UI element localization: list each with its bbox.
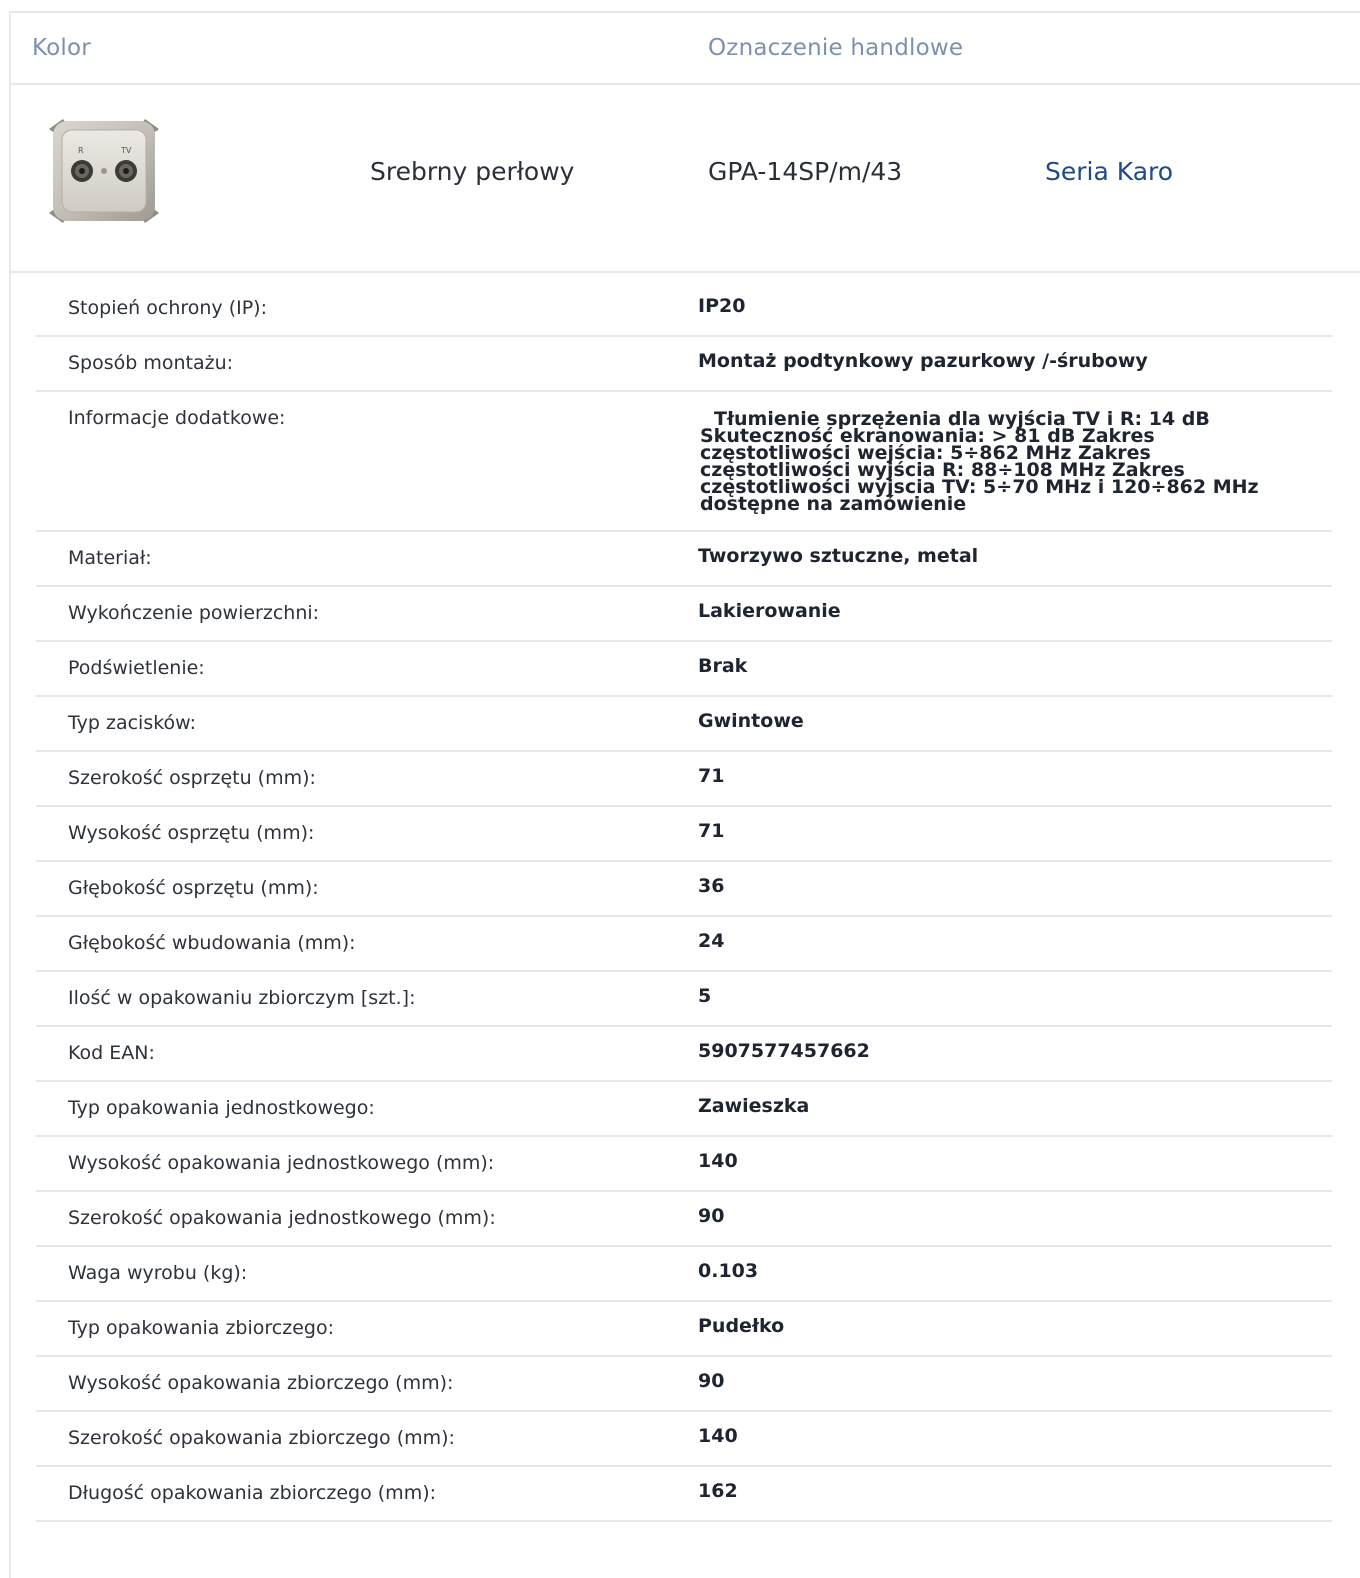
spec-row: Typ zacisków: Gwintowe	[36, 697, 1332, 752]
spec-row: Typ opakowania jednostkowego: Zawieszka	[36, 1082, 1332, 1137]
spec-row: Szerokość opakowania zbiorczego (mm): 140	[36, 1412, 1332, 1467]
spec-label: Ilość w opakowaniu zbiorczym [szt.]:	[68, 987, 416, 1009]
spec-value: Montaż podtynkowy pazurkowy /-śrubowy	[698, 350, 1148, 372]
spec-value: Tłumienie sprzężenia dla wyjścia TV i R:…	[700, 408, 1259, 515]
spec-value: 5	[698, 985, 712, 1007]
spec-label: Sposób montażu:	[68, 352, 234, 374]
spec-label: Długość opakowania zbiorczego (mm):	[68, 1482, 437, 1504]
spec-row: Głębokość wbudowania (mm): 24	[36, 917, 1332, 972]
spec-row: Informacje dodatkowe: Tłumienie sprzężeni…	[36, 392, 1332, 532]
spec-row: Materiał: Tworzywo sztuczne, metal	[36, 532, 1332, 587]
spec-label: Głębokość wbudowania (mm):	[68, 932, 356, 954]
spec-label: Podświetlenie:	[68, 657, 205, 679]
spec-label: Waga wyrobu (kg):	[68, 1262, 248, 1284]
spec-label: Typ opakowania jednostkowego:	[68, 1097, 375, 1119]
spec-row: Wysokość opakowania zbiorczego (mm): 90	[36, 1357, 1332, 1412]
spec-value: 140	[698, 1425, 738, 1447]
spec-row: Wykończenie powierzchni: Lakierowanie	[36, 587, 1332, 642]
spec-value: 90	[698, 1370, 725, 1392]
thumb-label-tv: TV	[120, 146, 132, 155]
spec-row: Stopień ochrony (IP): IP20	[36, 282, 1332, 337]
spec-row: Wysokość opakowania jednostkowego (mm): 1…	[36, 1137, 1332, 1192]
spec-label: Wysokość opakowania zbiorczego (mm):	[68, 1372, 454, 1394]
spec-value: 36	[698, 875, 725, 897]
spec-value: IP20	[698, 295, 746, 317]
spec-label: Szerokość opakowania zbiorczego (mm):	[68, 1427, 455, 1449]
spec-value: 162	[698, 1480, 738, 1502]
spec-value: 71	[698, 820, 725, 842]
spec-row: Długość opakowania zbiorczego (mm): 162	[36, 1467, 1332, 1522]
spec-value: Gwintowe	[698, 710, 804, 732]
product-trade-designation: GPA-14SP/m/43	[708, 157, 903, 186]
spec-label: Szerokość opakowania jednostkowego (mm):	[68, 1207, 496, 1229]
spec-row: Ilość w opakowaniu zbiorczym [szt.]: 5	[36, 972, 1332, 1027]
spec-label: Kod EAN:	[68, 1042, 155, 1064]
spec-row: Szerokość opakowania jednostkowego (mm):…	[36, 1192, 1332, 1247]
header-color: Kolor	[32, 35, 91, 61]
spec-row: Sposób montażu: Montaż podtynkowy pazurko…	[36, 337, 1332, 392]
spec-value: 24	[698, 930, 725, 952]
spec-label: Typ opakowania zbiorczego:	[68, 1317, 334, 1339]
spec-row: Typ opakowania zbiorczego: Pudełko	[36, 1302, 1332, 1357]
spec-row: Szerokość osprzętu (mm): 71	[36, 752, 1332, 807]
spec-value: 90	[698, 1205, 725, 1227]
spec-label: Stopień ochrony (IP):	[68, 297, 267, 319]
spec-label: Wykończenie powierzchni:	[68, 602, 320, 624]
spec-value: 71	[698, 765, 725, 787]
tv-socket-image: R TV	[49, 119, 159, 223]
spec-label: Informacje dodatkowe:	[68, 407, 286, 429]
product-variant-row: R TV Srebrny perłowy GPA-14SP/m/43 Seria…	[11, 85, 1360, 273]
spec-label: Głębokość osprzętu (mm):	[68, 877, 319, 899]
spec-row: Kod EAN: 5907577457662	[36, 1027, 1332, 1082]
series-karo-link[interactable]: Seria Karo	[1045, 157, 1173, 186]
spec-value: Pudełko	[698, 1315, 785, 1337]
table-header: Kolor Oznaczenie handlowe	[11, 13, 1360, 85]
spec-value: 0.103	[698, 1260, 759, 1282]
thumb-label-r: R	[78, 146, 84, 155]
spec-row: Waga wyrobu (kg): 0.103	[36, 1247, 1332, 1302]
spec-value: Tworzywo sztuczne, metal	[698, 545, 979, 567]
header-trade-designation: Oznaczenie handlowe	[708, 35, 964, 61]
spec-label: Szerokość osprzętu (mm):	[68, 767, 316, 789]
spec-label: Materiał:	[68, 547, 152, 569]
spec-value: Brak	[698, 655, 748, 677]
product-color-value: Srebrny perłowy	[370, 157, 575, 186]
spec-table: Stopień ochrony (IP): IP20 Sposób montażu:…	[36, 282, 1332, 1522]
spec-value: 5907577457662	[698, 1040, 870, 1062]
spec-label: Wysokość opakowania jednostkowego (mm):	[68, 1152, 495, 1174]
spec-row: Podświetlenie: Brak	[36, 642, 1332, 697]
spec-value: Zawieszka	[698, 1095, 810, 1117]
spec-row: Głębokość osprzętu (mm): 36	[36, 862, 1332, 917]
spec-value: Lakierowanie	[698, 600, 841, 622]
spec-value: 140	[698, 1150, 738, 1172]
spec-label: Wysokość osprzętu (mm):	[68, 822, 315, 844]
spec-label: Typ zacisków:	[68, 712, 197, 734]
spec-row: Wysokość osprzętu (mm): 71	[36, 807, 1332, 862]
socket-product-thumbnail[interactable]: R TV	[45, 115, 163, 227]
